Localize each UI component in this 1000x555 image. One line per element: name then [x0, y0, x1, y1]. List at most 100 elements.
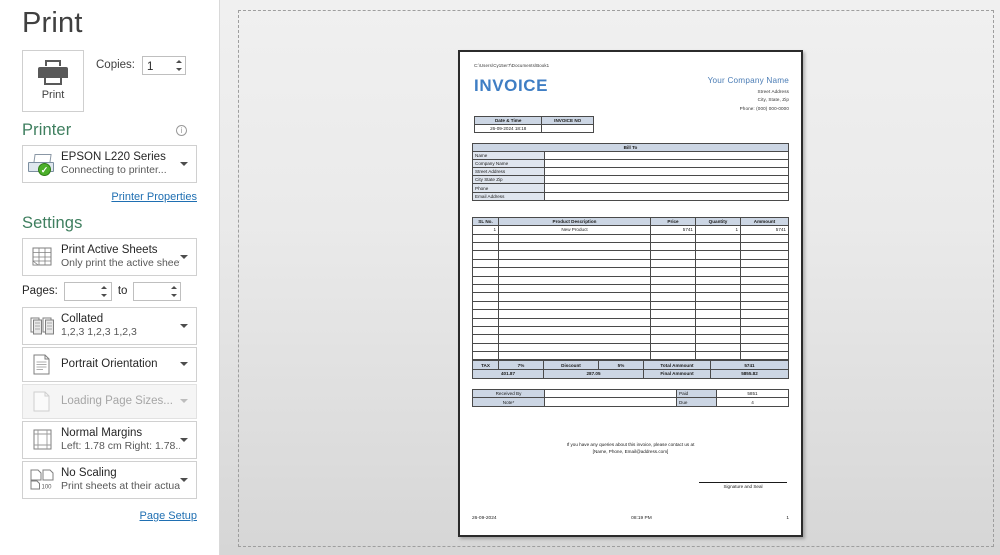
setting-collation[interactable]: Collated 1,2,3 1,2,3 1,2,3 [22, 307, 197, 345]
setting-margins[interactable]: Normal Margins Left: 1.78 cm Right: 1.78… [22, 421, 197, 459]
tax-label: TAX [473, 361, 499, 370]
printer-device-icon: ✓ [23, 153, 61, 175]
discount-rate: 5% [599, 361, 644, 370]
settings-section-heading: Settings [0, 205, 219, 236]
empty-cell [741, 352, 789, 360]
printer-section-heading: Printer i [0, 112, 219, 143]
empty-cell [473, 259, 499, 267]
table-row [473, 343, 789, 351]
chevron-down-icon[interactable] [180, 362, 188, 366]
setting-scaling-title: No Scaling [61, 467, 180, 480]
pages-to-input[interactable] [134, 284, 167, 301]
setting-margins-subtitle: Left: 1.78 cm Right: 1.78... [61, 440, 180, 453]
bill-to-value [545, 176, 789, 184]
empty-cell [741, 284, 789, 292]
empty-cell [741, 293, 789, 301]
empty-cell [741, 234, 789, 242]
bill-to-header: Bill To [473, 143, 789, 151]
empty-cell [651, 259, 696, 267]
empty-cell [473, 352, 499, 360]
portrait-page-icon [23, 354, 61, 375]
footer-date: 26-09-2024 [472, 516, 497, 521]
empty-cell [473, 284, 499, 292]
pages-from-input[interactable] [65, 284, 98, 301]
pages-to-decrement-button[interactable] [168, 291, 179, 300]
pages-from-increment-button[interactable] [99, 283, 110, 292]
empty-cell [473, 301, 499, 309]
print-preview-pane[interactable]: C:\Users\Cy15er7\Documents\Book1 INVOICE… [220, 0, 1000, 555]
company-city: City, State, Zip [708, 97, 789, 102]
printer-properties-link[interactable]: Printer Properties [111, 191, 197, 203]
total-amount-value: 5741 [711, 361, 789, 370]
company-address: Street Address [708, 89, 789, 94]
pages-from-spin-arrows[interactable] [99, 283, 110, 300]
discount-value: 287.05 [544, 370, 644, 379]
pages-to-spin-arrows[interactable] [168, 283, 179, 300]
invoice-meta-table: Date & Time INVOICE NO 26-09-2024 18:18 [474, 116, 594, 133]
pages-to-stepper[interactable] [133, 282, 181, 301]
empty-cell [651, 326, 696, 334]
scaling-icon: 100 [23, 469, 61, 490]
chevron-up-icon [171, 286, 177, 289]
empty-cell [473, 343, 499, 351]
printer-select[interactable]: ✓ EPSON L220 Series Connecting to printe… [22, 145, 197, 183]
discount-label: Discount [544, 361, 599, 370]
copies-increment-button[interactable] [173, 57, 184, 66]
empty-cell [651, 276, 696, 284]
printer-name: EPSON L220 Series [61, 151, 180, 164]
chevron-down-icon[interactable] [180, 162, 188, 166]
empty-cell [696, 234, 741, 242]
setting-orientation[interactable]: Portrait Orientation [22, 347, 197, 382]
copies-decrement-button[interactable] [173, 65, 184, 74]
final-amount-label: Final Ammount [644, 370, 711, 379]
chevron-down-icon[interactable] [180, 438, 188, 442]
empty-cell [696, 326, 741, 334]
paid-label: Paid [677, 389, 717, 398]
print-settings-pane: Print Print Copies: Printe [0, 0, 220, 555]
copies-spin-arrows[interactable] [173, 57, 184, 74]
contact-note: If you have any queries about this invoi… [472, 441, 789, 455]
table-row: Bill To [473, 143, 789, 151]
invoice-no-header: INVOICE NO [542, 116, 594, 124]
table-row [473, 259, 789, 267]
due-value: 4 [717, 398, 789, 407]
setting-page-size-title: Loading Page Sizes... [61, 395, 180, 408]
copies-control: Copies: [96, 56, 186, 75]
table-row [473, 242, 789, 250]
bill-to-label: Street Address [473, 168, 545, 176]
setting-print-area[interactable]: Print Active Sheets Only print the activ… [22, 238, 197, 276]
item-price: 5741 [651, 226, 696, 234]
check-circle-icon: ✓ [38, 163, 51, 176]
table-row: Note* Due 4 [473, 398, 789, 407]
copies-input[interactable] [143, 58, 173, 75]
empty-cell [741, 318, 789, 326]
chevron-down-icon[interactable] [180, 255, 188, 259]
pages-from-decrement-button[interactable] [99, 291, 110, 300]
date-time-value: 26-09-2024 18:18 [475, 124, 542, 132]
empty-cell [696, 310, 741, 318]
copies-stepper[interactable] [142, 56, 186, 75]
empty-cell [473, 276, 499, 284]
empty-cell [651, 251, 696, 259]
page-setup-link[interactable]: Page Setup [140, 510, 198, 522]
col-price: Price [651, 217, 696, 225]
print-button[interactable]: Print [22, 50, 84, 112]
pages-to-increment-button[interactable] [168, 283, 179, 292]
invoice-title: INVOICE [474, 76, 548, 96]
chevron-down-icon[interactable] [180, 324, 188, 328]
table-row [473, 318, 789, 326]
bill-to-label: Company Name [473, 159, 545, 167]
col-ammount: Ammount [741, 217, 789, 225]
chevron-down-icon[interactable] [180, 478, 188, 482]
pages-from-stepper[interactable] [64, 282, 112, 301]
setting-scaling[interactable]: 100 No Scaling Print sheets at their act… [22, 461, 197, 499]
col-product-description: Product Description [499, 217, 651, 225]
printer-section-label: Printer [22, 121, 71, 139]
copies-label: Copies: [96, 59, 135, 71]
empty-cell [473, 335, 499, 343]
empty-cell [696, 318, 741, 326]
invoice-no-value [542, 124, 594, 132]
printer-icon [38, 60, 68, 86]
empty-cell [696, 251, 741, 259]
info-icon[interactable]: i [176, 125, 187, 136]
